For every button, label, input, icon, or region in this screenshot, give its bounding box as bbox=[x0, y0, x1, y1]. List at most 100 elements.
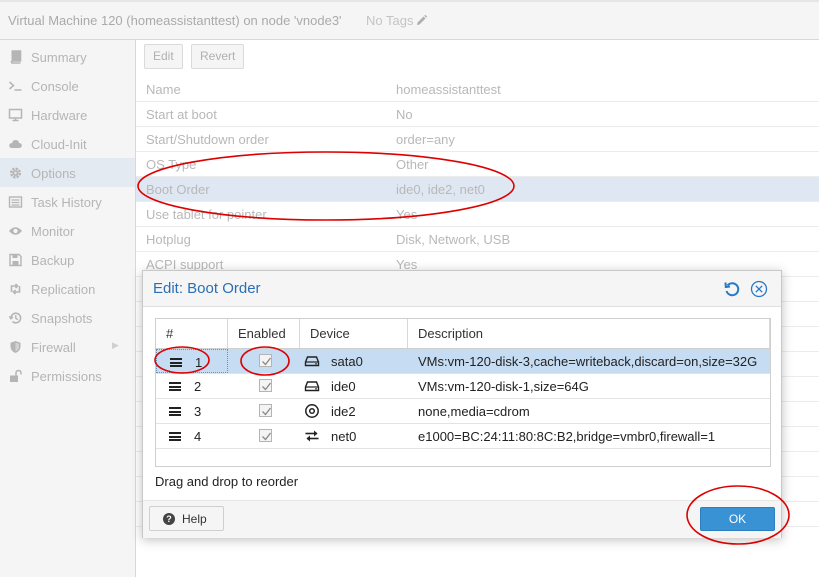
grid-header: # Enabled Device Description bbox=[156, 319, 770, 349]
boot-row-ide2[interactable]: 3 ide2 none,media=cdrom bbox=[156, 399, 770, 424]
nav-item-snapshots[interactable]: Snapshots bbox=[0, 303, 135, 332]
option-row-name[interactable]: Name homeassistanttest bbox=[136, 77, 819, 102]
terminal-icon bbox=[9, 81, 22, 91]
nav-item-permissions[interactable]: Permissions bbox=[0, 361, 135, 390]
option-row-boot-order[interactable]: Boot Order ide0, ide2, net0 bbox=[136, 177, 819, 202]
column-header-description[interactable]: Description bbox=[408, 319, 770, 348]
tags-label[interactable]: No Tags bbox=[366, 13, 413, 28]
nav-item-console[interactable]: Console bbox=[0, 71, 135, 100]
option-row-tablet-pointer[interactable]: Use tablet for pointer Yes bbox=[136, 202, 819, 227]
option-key: OS Type bbox=[146, 157, 197, 172]
dialog-title: Edit: Boot Order bbox=[153, 280, 261, 297]
drag-handle-icon[interactable] bbox=[169, 432, 181, 441]
unlock-icon bbox=[10, 369, 22, 382]
hdd-icon bbox=[304, 356, 320, 367]
cdrom-icon bbox=[305, 404, 319, 418]
column-header-enabled[interactable]: Enabled bbox=[228, 319, 300, 348]
enabled-checkbox[interactable] bbox=[259, 429, 272, 442]
chevron-right-icon[interactable]: ▶ bbox=[112, 340, 119, 351]
help-button[interactable]: ? Help bbox=[149, 506, 224, 531]
device-description: none,media=cdrom bbox=[418, 404, 530, 419]
column-header-device[interactable]: Device bbox=[300, 319, 408, 348]
option-row-hotplug[interactable]: Hotplug Disk, Network, USB bbox=[136, 227, 819, 252]
option-value: homeassistanttest bbox=[396, 82, 501, 97]
option-row-os-type[interactable]: OS Type Other bbox=[136, 152, 819, 177]
nav-item-cloud-init[interactable]: Cloud-Init bbox=[0, 129, 135, 158]
nav-label: Replication bbox=[31, 282, 96, 297]
option-key: Hotplug bbox=[146, 232, 191, 247]
nav-label: Cloud-Init bbox=[31, 137, 87, 152]
nav-item-hardware[interactable]: Hardware bbox=[0, 100, 135, 129]
device-description: e1000=BC:24:11:80:8C:B2,bridge=vmbr0,fir… bbox=[418, 429, 716, 444]
hdd-icon bbox=[304, 381, 320, 392]
boot-index: 4 bbox=[194, 429, 202, 444]
close-icon[interactable] bbox=[750, 280, 768, 298]
boot-row-net0[interactable]: 4 net0 e1000=BC:24:11:80:8C:B2,bridge=vm… bbox=[156, 424, 770, 449]
nav-label: Summary bbox=[31, 50, 87, 65]
sidebar-nav: Summary Console Hardware Cloud-Init Opti… bbox=[0, 40, 136, 577]
option-row-start-at-boot[interactable]: Start at boot No bbox=[136, 102, 819, 127]
ok-button[interactable]: OK bbox=[700, 507, 775, 531]
device-name: net0 bbox=[331, 429, 357, 444]
drag-handle-icon[interactable] bbox=[169, 382, 181, 391]
nav-label: Console bbox=[31, 79, 79, 94]
boot-row-sata0[interactable]: 1 sata0 VMs:vm-120-disk-3,cache=writebac… bbox=[156, 349, 770, 374]
shield-icon bbox=[10, 341, 21, 353]
pencil-icon[interactable] bbox=[415, 14, 428, 27]
option-value: Yes bbox=[396, 207, 418, 222]
edit-button[interactable]: Edit bbox=[144, 44, 183, 69]
nav-item-monitor[interactable]: Monitor bbox=[0, 216, 135, 245]
revert-button[interactable]: Revert bbox=[191, 44, 245, 69]
help-label: Help bbox=[182, 512, 207, 526]
option-key: Start at boot bbox=[146, 107, 217, 122]
boot-index: 1 bbox=[195, 355, 203, 370]
enabled-checkbox[interactable] bbox=[259, 404, 272, 417]
monitor-icon bbox=[8, 108, 23, 122]
nav-label: Permissions bbox=[31, 369, 102, 384]
index-cell: 3 bbox=[156, 399, 228, 423]
option-row-startup-order[interactable]: Start/Shutdown order order=any bbox=[136, 127, 819, 152]
option-key: Start/Shutdown order bbox=[146, 132, 269, 147]
vm-title: Virtual Machine 120 (homeassistanttest) … bbox=[8, 13, 342, 28]
cloud-icon bbox=[9, 140, 22, 148]
option-value: Other bbox=[396, 157, 429, 172]
top-bar: Virtual Machine 120 (homeassistanttest) … bbox=[0, 0, 819, 40]
option-value: order=any bbox=[396, 132, 455, 147]
index-cell: 4 bbox=[156, 424, 228, 448]
book-icon bbox=[10, 50, 22, 64]
nav-label: Firewall bbox=[31, 340, 76, 355]
eye-icon bbox=[9, 227, 22, 235]
device-name: ide0 bbox=[331, 379, 356, 394]
boot-row-ide0[interactable]: 2 ide0 VMs:vm-120-disk-1,size=64G bbox=[156, 374, 770, 399]
dialog-header: Edit: Boot Order bbox=[143, 271, 781, 307]
device-description: VMs:vm-120-disk-1,size=64G bbox=[418, 379, 589, 394]
enabled-checkbox[interactable] bbox=[259, 379, 272, 392]
column-header-index[interactable]: # bbox=[156, 319, 228, 348]
list-icon bbox=[8, 196, 23, 208]
enabled-checkbox[interactable] bbox=[259, 354, 272, 367]
nav-item-replication[interactable]: Replication bbox=[0, 274, 135, 303]
drag-handle-icon[interactable] bbox=[169, 407, 181, 416]
nav-label: Snapshots bbox=[31, 311, 93, 326]
boot-index: 3 bbox=[194, 404, 202, 419]
boot-index: 2 bbox=[194, 379, 202, 394]
history-icon bbox=[8, 312, 22, 324]
nav-label: Options bbox=[31, 166, 76, 181]
device-name: ide2 bbox=[331, 404, 356, 419]
nav-label: Backup bbox=[31, 253, 75, 268]
network-exchange-icon bbox=[305, 430, 319, 442]
floppy-icon bbox=[9, 253, 22, 267]
nav-item-task-history[interactable]: Task History bbox=[0, 187, 135, 216]
question-icon: ? bbox=[163, 513, 175, 525]
reset-icon[interactable] bbox=[723, 280, 741, 298]
option-key: Boot Order bbox=[146, 182, 210, 197]
nav-label: Monitor bbox=[31, 224, 75, 239]
nav-item-summary[interactable]: Summary bbox=[0, 42, 135, 71]
nav-label: Hardware bbox=[31, 108, 88, 123]
device-description: VMs:vm-120-disk-3,cache=writeback,discar… bbox=[418, 354, 758, 369]
nav-item-backup[interactable]: Backup bbox=[0, 245, 135, 274]
nav-item-firewall[interactable]: Firewall ▶ bbox=[0, 332, 135, 361]
drag-handle-icon[interactable] bbox=[170, 358, 182, 367]
option-value: Disk, Network, USB bbox=[396, 232, 511, 247]
nav-item-options[interactable]: Options bbox=[0, 158, 135, 187]
